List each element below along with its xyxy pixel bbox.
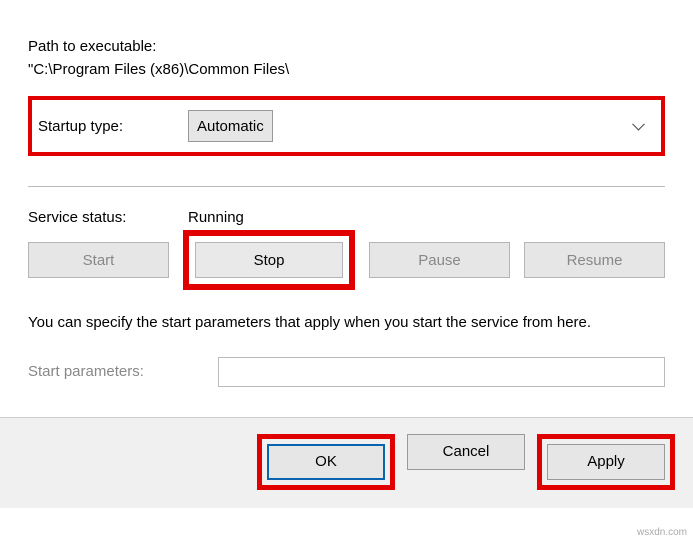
startup-type-select[interactable]: Automatic: [188, 110, 273, 142]
service-status-label: Service status:: [28, 209, 188, 226]
dialog-footer: OK Cancel Apply: [0, 418, 693, 508]
resume-button: Resume: [524, 242, 665, 278]
startup-type-highlight: Startup type: Automatic: [28, 96, 665, 156]
apply-button-highlight: Apply: [537, 434, 675, 490]
path-to-executable-value: "C:\Program Files (x86)\Common Files\: [28, 61, 665, 78]
path-to-executable-label: Path to executable:: [28, 38, 665, 55]
ok-button-highlight: OK: [257, 434, 395, 490]
apply-button[interactable]: Apply: [547, 444, 665, 480]
startup-type-label: Startup type:: [38, 118, 188, 135]
start-parameters-input: [218, 357, 665, 387]
stop-button-highlight: Stop: [183, 230, 355, 290]
start-parameters-description: You can specify the start parameters tha…: [28, 312, 665, 335]
cancel-button[interactable]: Cancel: [407, 434, 525, 470]
startup-type-select-wrap: Automatic: [188, 110, 655, 142]
ok-button[interactable]: OK: [267, 444, 385, 480]
service-status-value: Running: [188, 209, 244, 226]
section-divider: [28, 186, 665, 187]
service-control-buttons: Start Stop Pause Resume: [28, 242, 665, 290]
start-button: Start: [28, 242, 169, 278]
pause-button: Pause: [369, 242, 510, 278]
stop-button[interactable]: Stop: [195, 242, 343, 278]
watermark: wsxdn.com: [637, 527, 687, 538]
start-parameters-label: Start parameters:: [28, 363, 218, 380]
